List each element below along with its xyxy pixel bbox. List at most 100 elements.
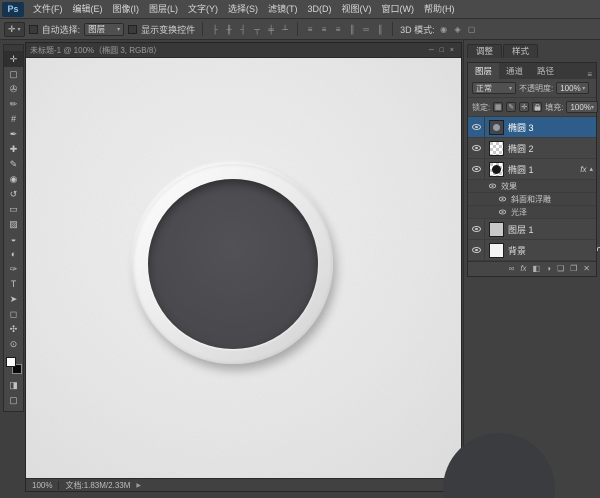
gradient-tool-button[interactable]: ▨: [4, 217, 23, 232]
status-options-arrow-icon[interactable]: ▶: [136, 482, 141, 489]
align-center-v-icon[interactable]: ╪: [266, 25, 276, 34]
3d-mode-icon[interactable]: ◈: [453, 25, 463, 34]
lock-all-icon[interactable]: [532, 102, 542, 112]
quick-selection-tool-button[interactable]: ✏: [4, 97, 23, 112]
lasso-tool-button[interactable]: ✇: [4, 82, 23, 97]
layer-thumbnail[interactable]: [489, 141, 504, 156]
visibility-cell[interactable]: [468, 240, 485, 260]
layer-row-ellipse-2[interactable]: 椭圆 2: [468, 138, 596, 159]
menu-3d[interactable]: 3D(D): [303, 0, 337, 19]
eye-icon[interactable]: [489, 184, 496, 189]
3d-mode-icon[interactable]: ◉: [439, 25, 449, 34]
effect-satin-row[interactable]: 光泽: [468, 206, 596, 219]
auto-select-checkbox[interactable]: [29, 25, 38, 34]
layer-thumbnail[interactable]: [489, 243, 504, 258]
foreground-color-swatch[interactable]: [6, 357, 16, 367]
menu-image[interactable]: 图像(I): [108, 0, 145, 19]
path-selection-tool-button[interactable]: ➤: [4, 292, 23, 307]
visibility-cell[interactable]: [468, 138, 485, 158]
eyedropper-tool-button[interactable]: ✒: [4, 127, 23, 142]
show-transform-checkbox[interactable]: [128, 25, 137, 34]
pen-tool-button[interactable]: ✑: [4, 262, 23, 277]
blend-mode-dropdown[interactable]: 正常 ▾: [472, 82, 516, 94]
canvas[interactable]: [26, 58, 461, 478]
blur-tool-button[interactable]: ◒: [4, 232, 23, 247]
eye-icon[interactable]: [499, 197, 506, 202]
tab-adjustments[interactable]: 调整: [467, 44, 502, 58]
layer-thumbnail[interactable]: [489, 120, 504, 135]
distribute-icon[interactable]: ═: [361, 25, 371, 34]
visibility-cell[interactable]: [468, 159, 485, 179]
layer-row-layer-1[interactable]: 图层 1: [468, 219, 596, 240]
adjustment-layer-icon[interactable]: ◑: [546, 265, 551, 273]
clone-stamp-tool-button[interactable]: ◉: [4, 172, 23, 187]
menu-view[interactable]: 视图(V): [337, 0, 377, 19]
visibility-cell[interactable]: [468, 219, 485, 239]
menu-file[interactable]: 文件(F): [28, 0, 68, 19]
menu-layer[interactable]: 图层(L): [144, 0, 183, 19]
visibility-cell[interactable]: [468, 117, 485, 137]
rectangular-marquee-tool-button[interactable]: ▢: [4, 67, 23, 82]
maximize-icon[interactable]: □: [437, 43, 447, 58]
type-tool-button[interactable]: T: [4, 277, 23, 292]
lock-pixels-icon[interactable]: ✎: [506, 102, 516, 112]
zoom-tool-button[interactable]: ⊙: [4, 337, 23, 352]
distribute-icon[interactable]: ≡: [319, 25, 329, 34]
menu-type[interactable]: 文字(Y): [183, 0, 223, 19]
link-layers-icon[interactable]: ∞: [509, 265, 515, 273]
distribute-icon[interactable]: ≡: [305, 25, 315, 34]
auto-select-dropdown[interactable]: 图层 ▾: [84, 23, 124, 36]
dodge-tool-button[interactable]: ◐: [4, 247, 23, 262]
document-title-bar[interactable]: 未标题-1 @ 100%（椭圆 3, RGB/8） ─ □ ×: [26, 43, 461, 58]
close-icon[interactable]: ×: [447, 43, 457, 58]
shape-tool-button[interactable]: ◻: [4, 307, 23, 322]
move-tool-button[interactable]: ✛: [4, 52, 23, 67]
crop-tool-button[interactable]: #: [4, 112, 23, 127]
tab-layers[interactable]: 图层: [468, 63, 499, 79]
layer-thumbnail[interactable]: [489, 162, 504, 177]
layer-mask-icon[interactable]: ◧: [533, 265, 541, 273]
align-left-icon[interactable]: ├: [210, 25, 220, 34]
layer-effects-icon[interactable]: fx: [520, 265, 526, 273]
toolbox-grip[interactable]: [4, 45, 23, 52]
3d-mode-icon[interactable]: ▢: [467, 25, 477, 34]
align-center-h-icon[interactable]: ╫: [224, 25, 234, 34]
minimize-icon[interactable]: ─: [426, 43, 437, 58]
menu-select[interactable]: 选择(S): [223, 0, 263, 19]
healing-brush-tool-button[interactable]: ✚: [4, 142, 23, 157]
fill-dropdown[interactable]: 100% ▾: [566, 101, 597, 113]
eye-icon[interactable]: [499, 210, 506, 215]
zoom-level-field[interactable]: 100%: [32, 481, 52, 490]
menu-window[interactable]: 窗口(W): [377, 0, 420, 19]
panel-menu-icon[interactable]: ≡: [583, 70, 596, 79]
layer-row-ellipse-3[interactable]: 椭圆 3: [468, 117, 596, 138]
opacity-dropdown[interactable]: 100% ▾: [556, 82, 589, 94]
menu-help[interactable]: 帮助(H): [419, 0, 460, 19]
distribute-icon[interactable]: ║: [347, 25, 357, 34]
screen-mode-button[interactable]: ▢: [4, 393, 23, 408]
menu-edit[interactable]: 编辑(E): [68, 0, 108, 19]
layer-thumbnail[interactable]: [489, 222, 504, 237]
align-bottom-icon[interactable]: ┴: [280, 25, 290, 34]
collapse-effects-icon[interactable]: ▴: [586, 165, 596, 173]
lock-transparency-icon[interactable]: ▦: [493, 102, 503, 112]
align-right-icon[interactable]: ┤: [238, 25, 248, 34]
effects-row[interactable]: 效果: [468, 180, 596, 193]
quick-mask-button[interactable]: ◨: [4, 378, 23, 393]
brush-tool-button[interactable]: ✎: [4, 157, 23, 172]
distribute-icon[interactable]: ≡: [333, 25, 343, 34]
distribute-icon[interactable]: ║: [375, 25, 385, 34]
eraser-tool-button[interactable]: ▭: [4, 202, 23, 217]
tab-paths[interactable]: 路径: [530, 63, 561, 79]
layer-group-icon[interactable]: ❏: [557, 265, 564, 273]
new-layer-icon[interactable]: ❐: [570, 265, 577, 273]
lock-position-icon[interactable]: ✛: [519, 102, 529, 112]
tab-styles[interactable]: 样式: [503, 44, 538, 58]
tool-preset-button[interactable]: ✛ ▾: [4, 22, 25, 37]
menu-filter[interactable]: 滤镜(T): [263, 0, 303, 19]
tab-channels[interactable]: 通道: [499, 63, 530, 79]
effect-bevel-emboss-row[interactable]: 斜面和浮雕: [468, 193, 596, 206]
hand-tool-button[interactable]: ✣: [4, 322, 23, 337]
layer-row-background[interactable]: 背景: [468, 240, 596, 261]
align-top-icon[interactable]: ┬: [252, 25, 262, 34]
